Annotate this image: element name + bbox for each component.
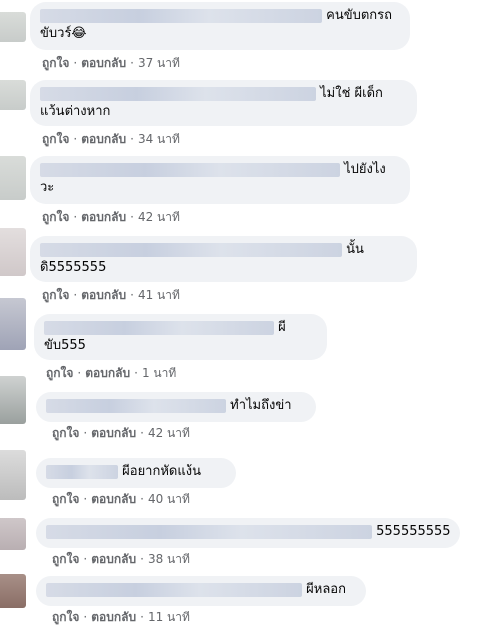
comment-time[interactable]: 40 นาที [148, 492, 190, 506]
comment-bubble: ผี ขับ555 [34, 314, 327, 360]
avatar[interactable] [0, 156, 26, 200]
reply-link[interactable]: ตอบกลับ [81, 210, 126, 224]
comment-text: ไปยังไง [344, 162, 386, 177]
like-link[interactable]: ถูกใจ [42, 210, 69, 224]
comment-text: คนขับตกรถ [326, 8, 393, 23]
comment-bubble: ไปยังไง วะ [30, 156, 410, 204]
comment-actions: ถูกใจ · ตอบกลับ · 41 นาที [42, 288, 180, 302]
blurred-name [46, 582, 302, 597]
avatar[interactable] [0, 12, 26, 42]
comment-text-line2: ขับวร์😂 [40, 26, 87, 41]
avatar[interactable] [0, 80, 26, 110]
blurred-name [46, 464, 118, 479]
avatar[interactable] [0, 518, 26, 550]
comment-time[interactable]: 34 นาที [138, 132, 180, 146]
reply-link[interactable]: ตอบกลับ [91, 610, 136, 624]
like-link[interactable]: ถูกใจ [46, 366, 73, 380]
blurred-name [40, 162, 340, 177]
avatar[interactable] [0, 298, 26, 350]
comment-bubble: นั้น ดิ5555555 [30, 236, 417, 282]
comment-text: ผีหลอก [306, 582, 346, 597]
comment-time[interactable]: 42 นาที [148, 426, 190, 440]
avatar[interactable] [0, 228, 26, 276]
comment-bubble: ผีอยากหัดแง้น [36, 458, 236, 488]
reply-link[interactable]: ตอบกลับ [81, 288, 126, 302]
comment-actions: ถูกใจ · ตอบกลับ · 34 นาที [42, 132, 180, 146]
reply-link[interactable]: ตอบกลับ [91, 552, 136, 566]
comment-text: 555555555 [376, 524, 451, 539]
avatar[interactable] [0, 450, 26, 500]
comment-text-line2: ขับ555 [44, 338, 86, 353]
comment-text-line2: แว้นต่างหาก [40, 104, 111, 119]
avatar[interactable] [0, 574, 26, 608]
comment-time[interactable]: 38 นาที [148, 552, 190, 566]
comment-text: นั้น [346, 242, 364, 257]
like-link[interactable]: ถูกใจ [52, 492, 79, 506]
blurred-name [40, 8, 322, 23]
comment-actions: ถูกใจ · ตอบกลับ · 40 นาที [52, 492, 190, 506]
comment-text: ผีอยากหัดแง้น [122, 464, 201, 479]
reply-link[interactable]: ตอบกลับ [91, 426, 136, 440]
comment-actions: ถูกใจ · ตอบกลับ · 37 นาที [42, 56, 180, 70]
comment-time[interactable]: 37 นาที [138, 56, 180, 70]
comment-bubble: ไม่ใช่ ผีเด็ก แว้นต่างหาก [30, 80, 417, 126]
comment-time[interactable]: 11 นาที [148, 610, 190, 624]
comment-actions: ถูกใจ · ตอบกลับ · 42 นาที [52, 426, 190, 440]
blurred-name [40, 242, 342, 257]
reply-link[interactable]: ตอบกลับ [85, 366, 130, 380]
comment-bubble: ผีหลอก [36, 576, 366, 606]
like-link[interactable]: ถูกใจ [52, 610, 79, 624]
like-link[interactable]: ถูกใจ [42, 56, 69, 70]
comment-actions: ถูกใจ · ตอบกลับ · 1 นาที [46, 366, 177, 380]
comment-text: ผี [278, 320, 286, 335]
comment-actions: ถูกใจ · ตอบกลับ · 11 นาที [52, 610, 190, 624]
comment-time[interactable]: 1 นาที [142, 366, 176, 380]
like-link[interactable]: ถูกใจ [42, 288, 69, 302]
blurred-name [46, 398, 226, 413]
blurred-name [40, 86, 316, 101]
comment-time[interactable]: 41 นาที [138, 288, 180, 302]
comment-bubble: คนขับตกรถ ขับวร์😂 [30, 2, 410, 50]
like-link[interactable]: ถูกใจ [52, 552, 79, 566]
comment-text-line2: ดิ5555555 [40, 260, 107, 275]
comment-text: ทำไมถึงข่า [230, 398, 292, 413]
reply-link[interactable]: ตอบกลับ [91, 492, 136, 506]
comment-text: ไม่ใช่ ผีเด็ก [320, 86, 383, 101]
like-link[interactable]: ถูกใจ [42, 132, 69, 146]
reply-link[interactable]: ตอบกลับ [81, 132, 126, 146]
reply-link[interactable]: ตอบกลับ [81, 56, 126, 70]
comment-time[interactable]: 42 นาที [138, 210, 180, 224]
avatar[interactable] [0, 376, 26, 424]
like-link[interactable]: ถูกใจ [52, 426, 79, 440]
comment-actions: ถูกใจ · ตอบกลับ · 38 นาที [52, 552, 190, 566]
comment-text-line2: วะ [40, 180, 55, 195]
comment-actions: ถูกใจ · ตอบกลับ · 42 นาที [42, 210, 180, 224]
blurred-name [44, 320, 274, 335]
comment-bubble: 555555555 [36, 518, 460, 548]
comment-bubble: ทำไมถึงข่า [36, 392, 316, 422]
blurred-name [46, 524, 372, 539]
